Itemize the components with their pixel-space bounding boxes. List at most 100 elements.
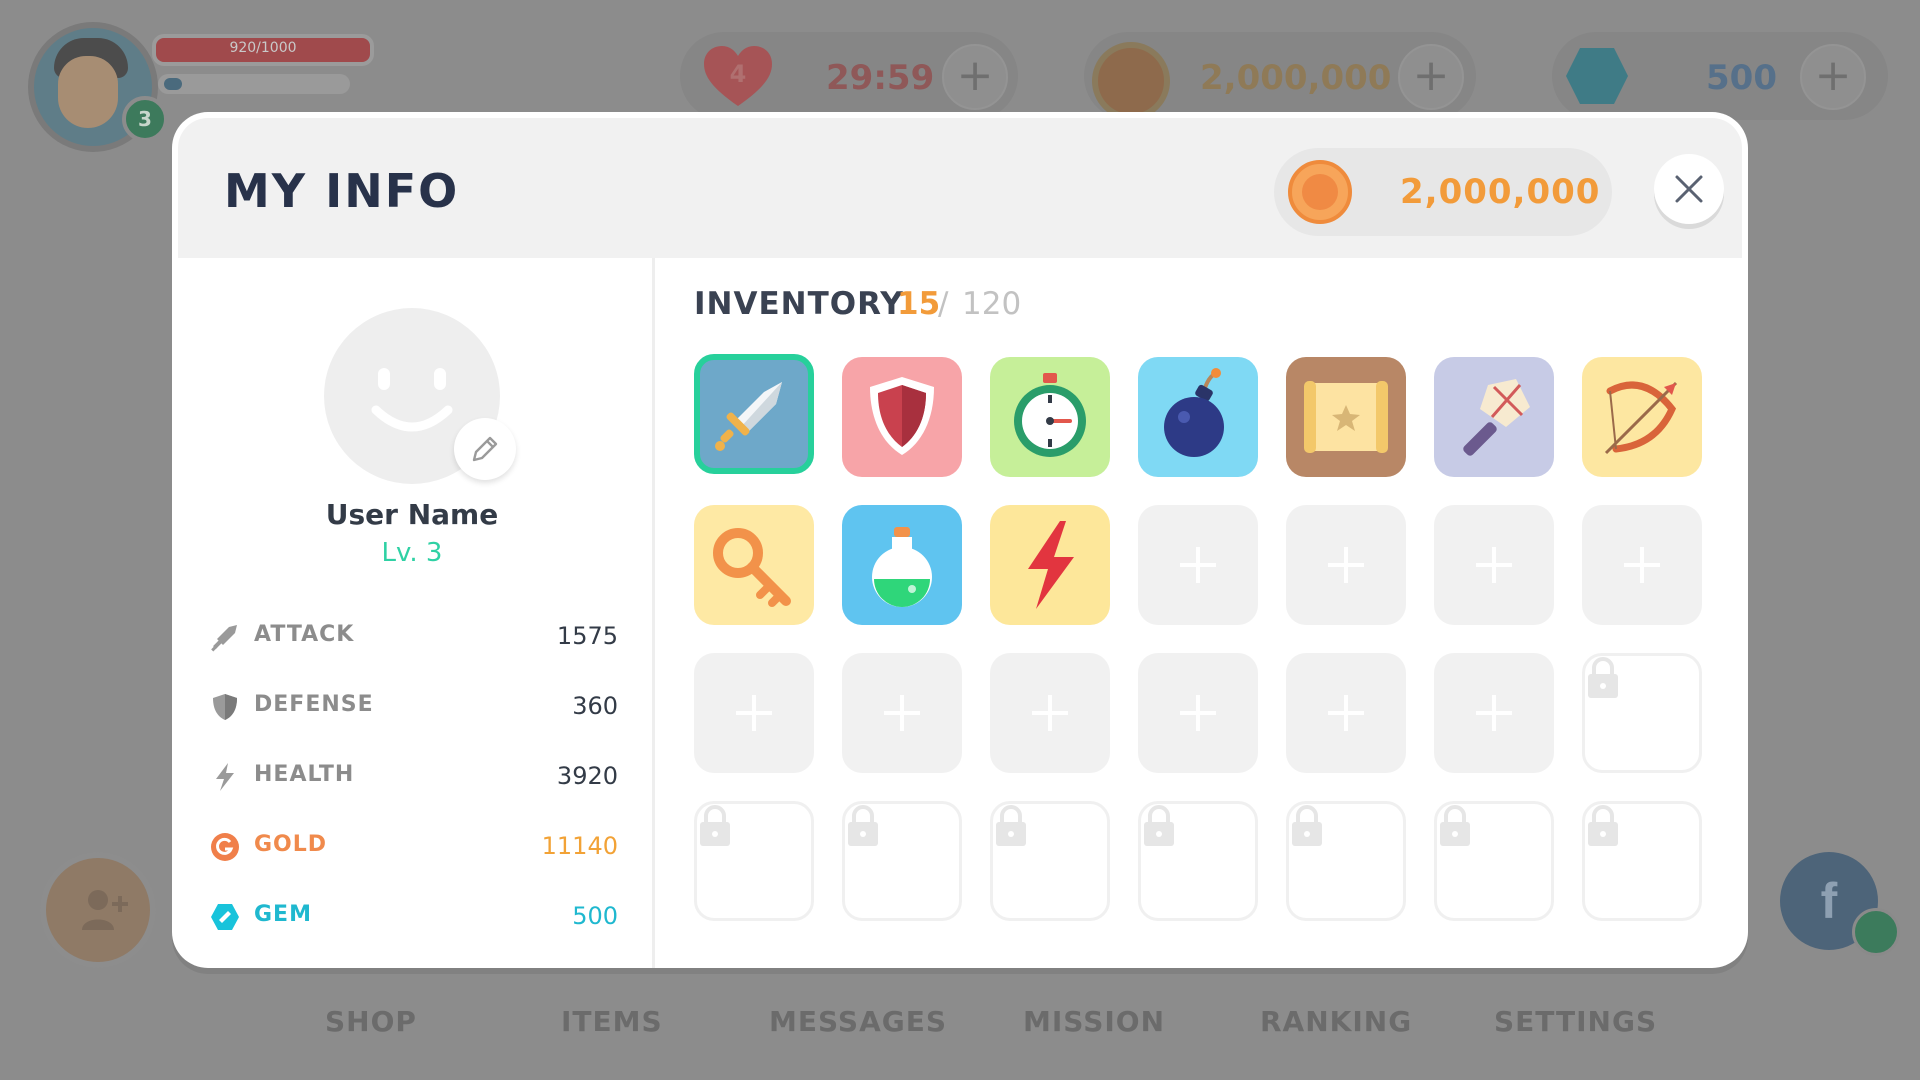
menu-settings[interactable]: SETTINGS [1494,1005,1657,1038]
scroll-icon [1304,381,1388,453]
inventory-separator: / [938,286,949,322]
inventory-slot-locked [842,801,962,921]
plus-icon [1328,695,1364,731]
menu-messages[interactable]: MESSAGES [769,1005,947,1038]
inventory-slot-stopwatch[interactable] [990,357,1110,477]
stat-value: 1575 [556,622,618,650]
inventory-slot-locked [1286,801,1406,921]
potion-icon [872,527,932,607]
inventory-slot-scroll[interactable] [1286,357,1406,477]
stat-label: GOLD [254,832,328,857]
avatar-face [58,56,118,128]
bomb-icon [1164,368,1224,457]
shield-icon [213,694,237,720]
inventory-slot-empty[interactable] [1582,505,1702,625]
stat-value: 360 [572,692,618,720]
hammer-icon [1463,379,1530,456]
sword-icon [211,625,237,652]
stat-value: 11140 [541,832,618,860]
my-info-modal: MY INFO 2,000,000 User Name Lv. 3 ATTACK… [172,112,1748,968]
gem-icon [1566,48,1628,104]
inventory-slot-locked [694,801,814,921]
inventory-slot-potion[interactable] [842,505,962,625]
inventory-slot-bomb[interactable] [1138,357,1258,477]
panel-divider [652,258,655,968]
close-button[interactable] [1654,154,1724,224]
user-name: User Name [325,498,499,531]
menu-ranking[interactable]: RANKING [1260,1005,1412,1038]
menu-shop[interactable]: SHOP [325,1005,417,1038]
lock-icon [996,805,1026,846]
inventory-slot-shield[interactable] [842,357,962,477]
inventory-slot-empty[interactable] [1286,505,1406,625]
inventory-slot-locked [1582,801,1702,921]
gem-icon [211,904,239,930]
sword-icon [715,382,782,451]
add-friend-button[interactable] [40,852,156,968]
bow-icon [1604,381,1678,455]
inventory-slot-key[interactable] [694,505,814,625]
gold-icon [211,833,239,861]
edit-profile-button[interactable] [454,418,516,480]
menu-items[interactable]: ITEMS [561,1005,663,1038]
stat-label: HEALTH [254,762,355,787]
plus-icon [1476,547,1512,583]
stat-value: 500 [572,902,618,930]
gold-coin-icon [1092,42,1170,120]
inventory-slot-empty[interactable] [1138,505,1258,625]
lightning-icon [216,763,234,791]
stat-row-attack: ATTACK 1575 [210,616,618,656]
add-gold-button[interactable]: + [1398,44,1464,110]
inventory-title: INVENTORY [694,286,904,322]
stat-row-gold: GOLD 11140 [210,826,618,866]
inventory-slot-empty[interactable] [842,653,962,773]
xp-bar [158,74,350,94]
inventory-slot-lightning[interactable] [990,505,1110,625]
inventory-slot-empty[interactable] [1138,653,1258,773]
add-lives-button[interactable]: + [942,44,1008,110]
inventory-slot-empty[interactable] [1434,653,1554,773]
stopwatch-icon [1014,373,1086,457]
plus-icon [1180,547,1216,583]
hud-gold-value: 2,000,000 [1200,58,1392,98]
stat-label: GEM [254,902,312,927]
inventory-slot-bow[interactable] [1582,357,1702,477]
add-gems-button[interactable]: + [1800,44,1866,110]
lock-icon [700,805,730,846]
lock-icon [1144,805,1174,846]
plus-icon [884,695,920,731]
inventory-count: 15 [897,286,941,322]
plus-icon [1476,695,1512,731]
pencil-icon [472,436,498,462]
plus-icon [736,695,772,731]
stat-row-gem: GEM 500 [210,896,618,936]
shield-icon [870,377,934,455]
inventory-max: 120 [962,286,1022,322]
stat-value: 3920 [556,762,618,790]
coin-icon [1288,160,1352,224]
player-level-badge: 3 [122,96,168,142]
inventory-slot-locked [1138,801,1258,921]
inventory-slot-empty[interactable] [1286,653,1406,773]
hud-gems-value: 500 [1706,58,1777,98]
stat-label: DEFENSE [254,692,374,717]
user-level: Lv. 3 [381,538,443,568]
plus-icon [1328,547,1364,583]
coin-balance: 2,000,000 [1274,148,1612,236]
plus-icon [1180,695,1216,731]
inventory-slot-empty[interactable] [990,653,1110,773]
stat-row-defense: DEFENSE 360 [210,686,618,726]
menu-mission[interactable]: MISSION [1023,1005,1165,1038]
inventory-slot-empty[interactable] [1434,505,1554,625]
hp-text: 920/1000 [229,40,297,56]
inventory-slot-hammer[interactable] [1434,357,1554,477]
key-icon [713,528,791,607]
stat-label: ATTACK [254,622,355,647]
inventory-slot-empty[interactable] [694,653,814,773]
coin-value: 2,000,000 [1400,172,1601,212]
inventory-slot-locked [990,801,1110,921]
close-icon [1675,175,1703,203]
plus-icon [1624,547,1660,583]
lock-icon [1588,805,1618,846]
inventory-slot-sword[interactable] [694,354,814,474]
